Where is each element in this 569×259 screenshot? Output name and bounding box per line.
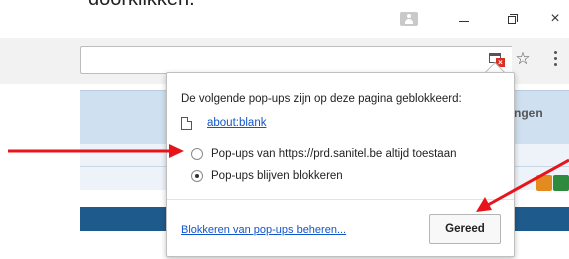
radio-button[interactable] (191, 148, 203, 160)
excel-icon[interactable] (553, 175, 569, 191)
star-icon[interactable]: ☆ (512, 48, 534, 70)
radio-keep-blocking[interactable]: Pop-ups blijven blokkeren (191, 168, 343, 184)
popup-title: De volgende pop-ups zijn op deze pagina … (181, 93, 462, 105)
more-vert-icon[interactable] (551, 49, 561, 71)
person-icon[interactable] (400, 12, 418, 26)
restore-icon[interactable] (502, 9, 522, 29)
page-toolbar-icons[interactable] (536, 175, 569, 191)
manage-popups-link[interactable]: Blokkeren van pop-ups beheren... (181, 224, 346, 236)
minimize-icon[interactable] (454, 9, 474, 29)
divider (167, 199, 514, 200)
title-bar: × (0, 0, 569, 38)
page-header-text: ngen (514, 106, 543, 120)
close-icon[interactable]: × (545, 9, 565, 29)
document-icon (181, 117, 192, 130)
blocked-popup-link[interactable]: about:blank (207, 117, 266, 129)
radio-always-allow[interactable]: Pop-ups van https://prd.sanitel.be altij… (191, 146, 457, 162)
export-icon[interactable] (536, 175, 552, 191)
done-button[interactable]: Gereed (429, 214, 501, 244)
address-bar[interactable] (80, 46, 512, 74)
radio-label: Pop-ups blijven blokkeren (211, 170, 343, 182)
popup-blocker-bubble: De volgende pop-ups zijn op deze pagina … (166, 72, 515, 257)
radio-label: Pop-ups van https://prd.sanitel.be altij… (211, 148, 457, 160)
radio-button[interactable] (191, 170, 203, 182)
